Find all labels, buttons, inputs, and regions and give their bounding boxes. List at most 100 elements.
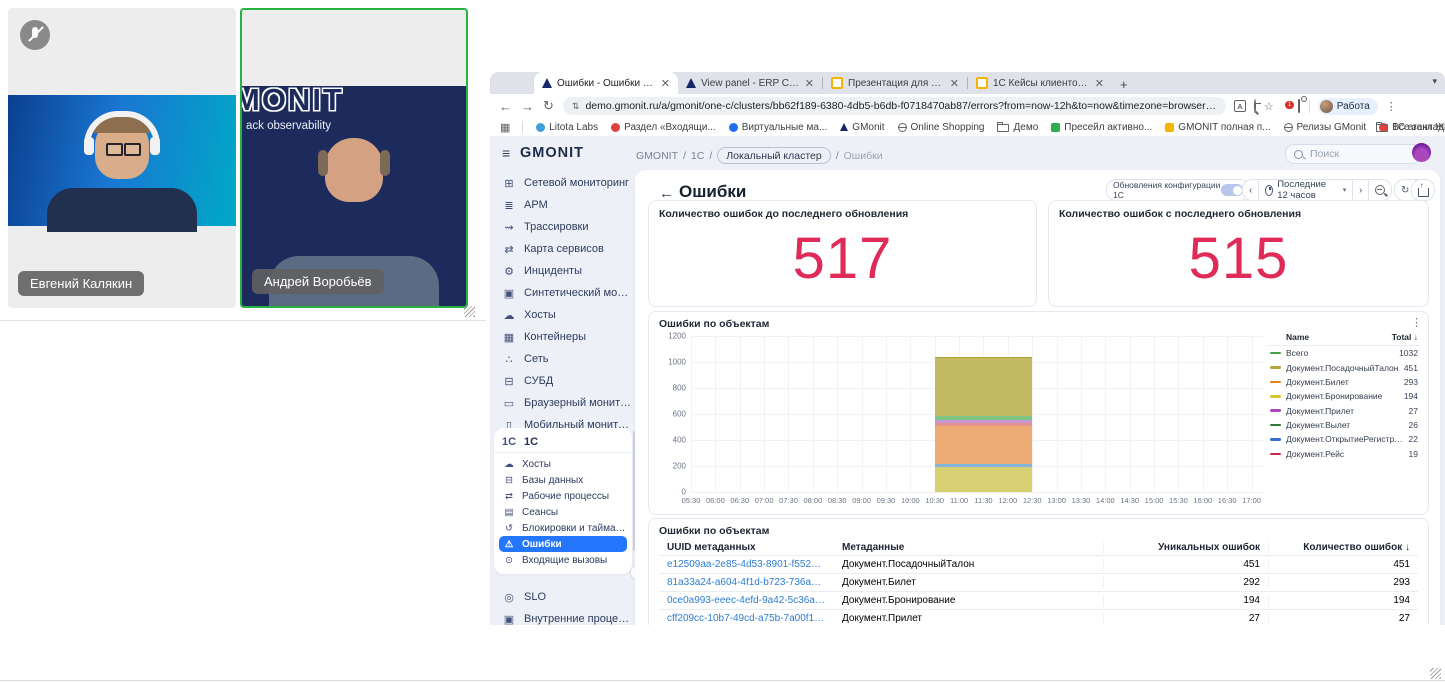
all-bookmarks[interactable]: Все закладки — [1376, 122, 1445, 133]
bookmark-item[interactable]: Litota Labs — [536, 122, 598, 133]
browser-tab[interactable]: 1С Кейсы клиентов + доп. с...✕ — [968, 72, 1112, 94]
browser-profile-chip[interactable]: Работа — [1318, 98, 1378, 115]
uuid-link[interactable]: e12509aa-2e85-4d53-8901-f5525df99ffb — [659, 559, 834, 570]
config-updates-toggle[interactable]: Обновления конфигурации 1С — [1106, 179, 1250, 201]
sidebar-item[interactable]: ⚙Инциденты — [494, 260, 634, 282]
table-row[interactable]: cff209cc-10b7-49cd-a75b-7a00f13f0fbdДоку… — [659, 610, 1418, 625]
sidebar-item[interactable]: ⊞Сетевой мониторинг — [494, 172, 634, 194]
sidebar-item[interactable]: ▦Контейнеры — [494, 326, 634, 348]
sidebar-item[interactable]: ☁Хосты — [499, 456, 627, 472]
site-controls-icon[interactable]: ⇅ — [572, 101, 580, 112]
sidebar-item[interactable]: ▤Сеансы — [499, 504, 627, 520]
area-segment-Документ.Бронирование[interactable] — [935, 466, 1032, 492]
browser-menu-icon[interactable]: ⋮ — [1386, 100, 1397, 113]
legend-row[interactable]: Документ.Билет293 — [1268, 375, 1420, 389]
chart-plot-area[interactable]: 02004006008001000120005:3006:0006:3007:0… — [691, 336, 1263, 492]
bookmark-item[interactable]: Пресейл активно... — [1051, 122, 1152, 133]
breadcrumb-cluster-chip[interactable]: Локальный кластер — [717, 147, 830, 164]
table-row[interactable]: 0ce0a993-eeec-4efd-9a42-5c36ab92b290Доку… — [659, 592, 1418, 610]
bookmark-item[interactable]: GMONIT полная п... — [1165, 122, 1270, 133]
area-segment-Документ.Билет[interactable] — [935, 425, 1032, 464]
panel-menu-icon[interactable]: ⋮ — [1411, 316, 1422, 329]
sidebar-item[interactable]: ⊟Базы данных — [499, 472, 627, 488]
time-prev-button[interactable]: ‹ — [1243, 180, 1258, 200]
uuid-link[interactable]: cff209cc-10b7-49cd-a75b-7a00f13f0fbd — [659, 613, 834, 624]
new-tab-button[interactable]: + — [1120, 77, 1128, 92]
sidebar-item[interactable]: ≣APM — [494, 194, 634, 216]
bookmark-star-icon[interactable]: ☆ — [1264, 100, 1274, 113]
table-row[interactable]: e12509aa-2e85-4d53-8901-f5525df99ffbДоку… — [659, 556, 1418, 574]
legend-row[interactable]: Всего1032 — [1268, 346, 1420, 360]
sidebar-item[interactable]: ⇄Рабочие процессы — [499, 488, 627, 504]
participant-1-video — [8, 95, 236, 226]
legend-row[interactable]: Документ.Прилет27 — [1268, 404, 1420, 418]
legend-row[interactable]: Документ.Рейс19 — [1268, 447, 1420, 461]
sidebar-item[interactable]: ▭Браузерный мониторинг — [494, 392, 634, 414]
extensions-puzzle-icon[interactable] — [1298, 100, 1300, 112]
legend-sort-header[interactable]: Total ↓ — [1392, 332, 1418, 342]
sort-column-header[interactable]: Количество ошибок ↓ — [1268, 542, 1418, 553]
participant-tile-1[interactable]: Евгений Калякин — [8, 8, 236, 308]
time-zoom-out-button[interactable] — [1369, 180, 1391, 200]
tab-close-icon[interactable]: ✕ — [950, 77, 959, 90]
legend-row[interactable]: Документ.Бронирование194 — [1268, 389, 1420, 403]
bookmark-item[interactable]: GMonit — [840, 122, 884, 133]
map-icon: ⇄ — [503, 491, 515, 502]
bookmark-item[interactable]: Online Shopping — [898, 122, 985, 133]
reload-icon[interactable]: ↻ — [543, 98, 554, 114]
legend-row[interactable]: Документ.Вылет26 — [1268, 418, 1420, 432]
sidebar-item[interactable]: ⇄Карта сервисов — [494, 238, 634, 260]
address-bar[interactable]: ⇅ demo.gmonit.ru/a/gmonit/one-c/clusters… — [563, 97, 1226, 115]
sidebar-item[interactable]: ▣Внутренние процессы — [494, 608, 634, 625]
translate-icon[interactable]: A — [1234, 100, 1246, 112]
tab-search-chevron-icon[interactable]: ▾ — [1432, 76, 1437, 87]
tab-close-icon[interactable]: ✕ — [805, 77, 814, 90]
sidebar-1c-header[interactable]: 1С 1С — [494, 432, 632, 453]
legend-row[interactable]: Документ.ПосадочныйТалон451 — [1268, 360, 1420, 374]
share-button[interactable] — [1411, 179, 1435, 201]
search-input[interactable] — [1308, 147, 1412, 161]
sidebar-item[interactable]: ▣Синтетический мониторинг — [494, 282, 634, 304]
sidebar-item[interactable]: ◎SLO — [494, 586, 634, 608]
tab-close-icon[interactable]: ✕ — [661, 77, 670, 90]
user-avatar[interactable] — [1412, 143, 1431, 162]
area-segment-Документ.ПосадочныйТалон[interactable] — [935, 357, 1032, 417]
legend-row[interactable]: Документ.ОткрытиеРегистрации22 — [1268, 432, 1420, 446]
sidebar-item[interactable]: ⇝Трассировки — [494, 216, 634, 238]
window-resize-handle[interactable] — [464, 306, 475, 317]
bookmark-item[interactable]: Раздел «Входящи... — [611, 122, 716, 133]
sidebar-item[interactable]: ↺Блокировки и таймауты — [499, 520, 627, 536]
table-row[interactable]: 81a33a24-a604-4f1d-b723-736a1a374d38Доку… — [659, 574, 1418, 592]
back-icon[interactable]: ← — [499, 99, 512, 114]
bookmark-item[interactable]: Демо — [997, 122, 1038, 133]
time-next-button[interactable]: › — [1353, 180, 1368, 200]
column-header[interactable]: UUID метаданных — [659, 542, 834, 553]
browser-tab[interactable]: Ошибки - Ошибки - Локаль...✕ — [534, 72, 678, 94]
participant-tile-2-speaking[interactable]: MONIT ack observability Андрей Воробьёв — [240, 8, 468, 308]
gmonit-logo[interactable]: GMONIT — [520, 145, 584, 161]
tab-close-icon[interactable]: ✕ — [1095, 77, 1104, 90]
app-search[interactable] — [1285, 144, 1421, 164]
time-range-picker[interactable]: Последние 12 часов ▾ — [1259, 180, 1352, 200]
apps-grid-icon[interactable]: ▦ — [500, 121, 510, 134]
browser-tab[interactable]: Презентация для вебинара✕ — [823, 72, 967, 94]
sidebar-item[interactable]: ☁Хосты — [494, 304, 634, 326]
bookmark-item[interactable]: Виртуальные ма... — [729, 122, 828, 133]
forward-icon[interactable]: → — [521, 99, 534, 114]
toggle-switch[interactable] — [1221, 184, 1243, 196]
url-text[interactable]: demo.gmonit.ru/a/gmonit/one-c/clusters/b… — [585, 100, 1216, 112]
uuid-link[interactable]: 81a33a24-a604-4f1d-b723-736a1a374d38 — [659, 577, 834, 588]
sidebar-item[interactable]: ∴Сеть — [494, 348, 634, 370]
sidebar-item-errors-active[interactable]: ⚠Ошибки — [499, 536, 627, 552]
browser-tab[interactable]: View panel - ERP Custom Da...✕ — [678, 72, 822, 94]
sidebar-item[interactable]: ⊙Входящие вызовы — [499, 552, 627, 568]
uuid-link[interactable]: 0ce0a993-eeec-4efd-9a42-5c36ab92b290 — [659, 595, 834, 606]
page-resize-handle[interactable] — [1430, 668, 1441, 679]
folder-icon — [1376, 124, 1388, 132]
sidebar-item[interactable]: ⊟СУБД — [494, 370, 634, 392]
column-header[interactable]: Метаданные — [834, 542, 1103, 553]
sidebar-toggle-icon[interactable]: ≡ — [502, 145, 510, 161]
search-icon — [1294, 150, 1303, 159]
zoom-icon[interactable] — [1254, 100, 1256, 112]
column-header[interactable]: Уникальных ошибок — [1103, 542, 1268, 553]
